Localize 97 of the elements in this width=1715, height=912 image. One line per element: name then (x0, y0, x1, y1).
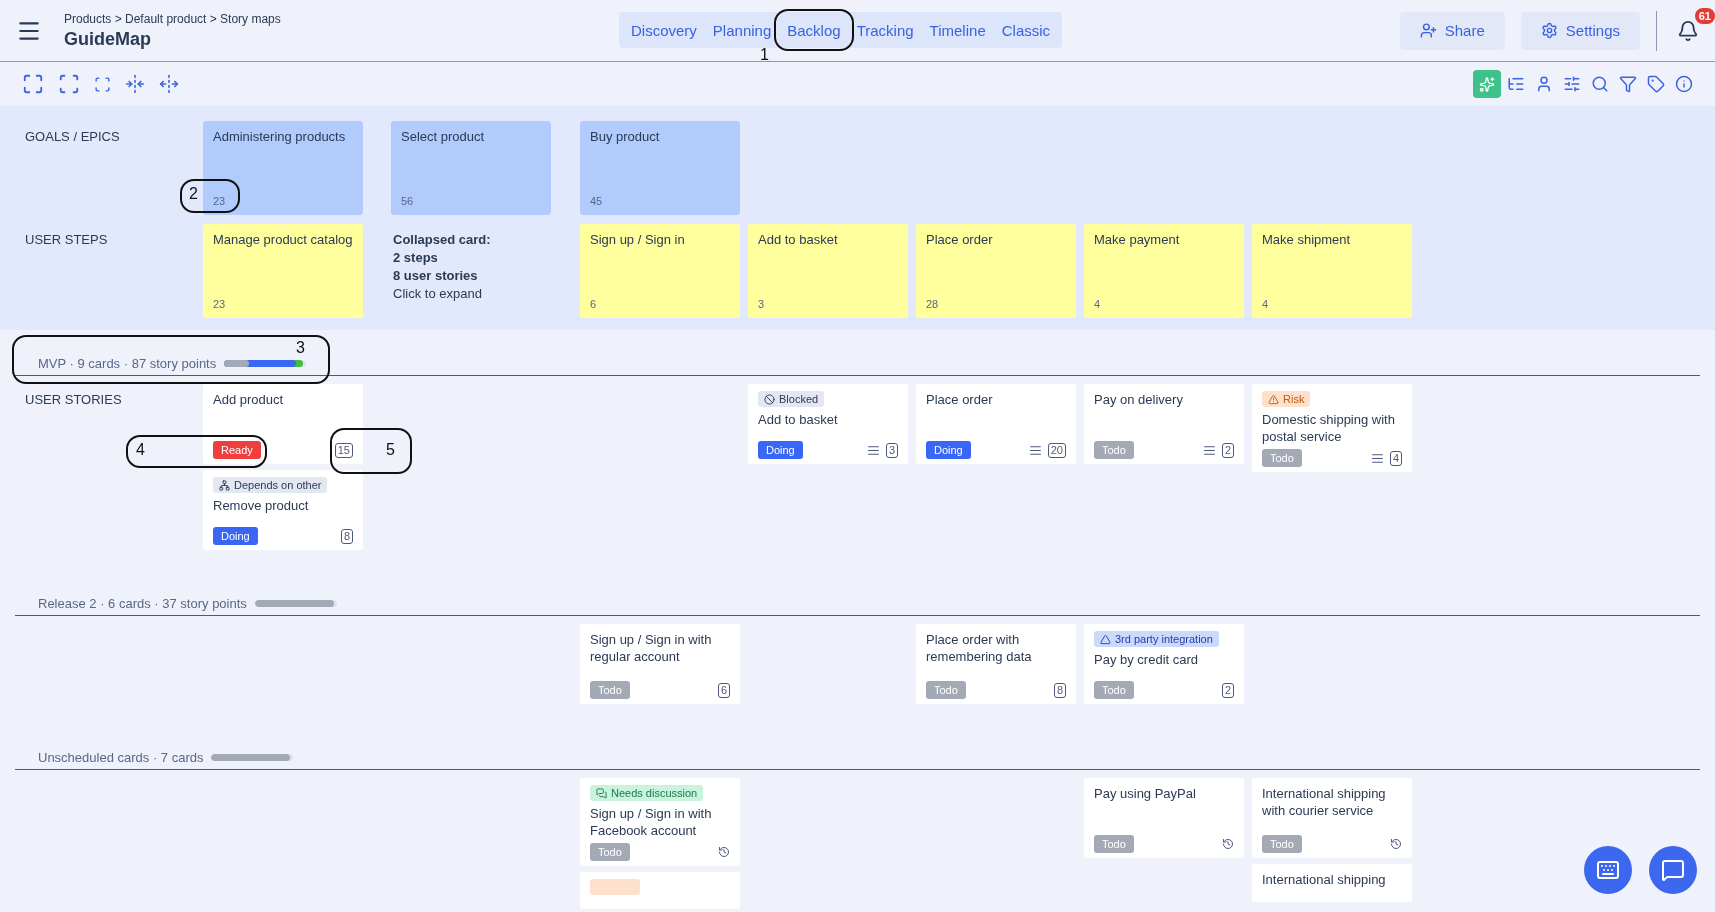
view-tab[interactable]: Backlog (779, 12, 849, 48)
story-points: 8 (340, 528, 353, 544)
release-title: MVP · 9 cards · 87 story points (38, 356, 217, 371)
card-count: 23 (213, 195, 227, 207)
card-title: Select product (401, 129, 486, 144)
status-badge: Todo (590, 843, 630, 861)
app-title: GuideMap (64, 28, 152, 50)
expand-link[interactable]: Click to expand (393, 286, 578, 301)
story-points: 20 (1047, 442, 1066, 458)
card-title: Add to basket (758, 411, 839, 428)
card-title: International shipping (1262, 871, 1387, 888)
notification-count: 61 (1694, 7, 1715, 24)
callout-number: 4 (136, 441, 145, 459)
story-points: 2 (1221, 442, 1234, 458)
callout-number: 3 (296, 339, 305, 357)
release-title: Release 2 · 6 cards · 37 story points (38, 596, 247, 611)
card-title: Sign up / Sign in (590, 232, 686, 247)
warning-icon (1268, 393, 1279, 405)
status-badge: Todo (590, 681, 630, 699)
story-points: 15 (334, 442, 353, 458)
status-badge: Ready (213, 441, 261, 459)
blocked-icon (764, 393, 775, 405)
view-tab[interactable]: Discovery (623, 12, 705, 48)
story-points: 4 (1389, 450, 1402, 466)
gear-icon (1540, 22, 1558, 39)
tag-label (590, 879, 640, 895)
story-points: 3 (885, 442, 898, 458)
callout-number: 5 (386, 441, 395, 459)
keyboard-icon (1596, 858, 1620, 882)
tag-label: Blocked (758, 391, 825, 407)
card-title: Add to basket (758, 232, 839, 247)
row-label: USER STEPS (24, 231, 109, 247)
view-tab[interactable]: Planning (704, 12, 780, 48)
status-badge: Todo (1262, 449, 1302, 467)
tag-label: 3rd party integration (1094, 631, 1219, 647)
add-user-icon (1419, 22, 1437, 39)
chat-icon (1661, 858, 1685, 882)
collapsed-text: Collapsed card: (393, 232, 492, 247)
status-badge: Todo (926, 681, 966, 699)
callout-number: 2 (189, 185, 198, 203)
callout-number: 1 (760, 46, 769, 64)
status-badge: Doing (926, 441, 971, 459)
network-icon (219, 479, 230, 491)
triangle-icon (1100, 633, 1111, 645)
status-badge: Todo (1262, 835, 1302, 853)
sparkle-icon (1479, 75, 1495, 93)
card-title: International shipping with courier service (1262, 785, 1387, 819)
status-badge: Todo (1094, 441, 1134, 459)
share-button[interactable]: Share (1399, 11, 1505, 50)
view-tab[interactable]: Timeline (921, 12, 994, 48)
card-title: Domestic shipping with postal service (1262, 411, 1396, 445)
card-title: Make shipment (1262, 232, 1352, 247)
tag-label: Risk (1262, 391, 1311, 407)
story-points: 6 (717, 682, 730, 698)
card-title: Buy product (590, 129, 661, 144)
card-title: Remove product (213, 497, 310, 514)
status-badge: Todo (1094, 835, 1134, 853)
collapsed-text: 8 user stories (393, 268, 479, 283)
card-title: Place order (926, 391, 994, 408)
callout-outline (180, 179, 240, 213)
card-count: 56 (401, 195, 415, 207)
row-label: GOALS / EPICS (24, 128, 121, 144)
tag-label: Needs discussion (590, 785, 704, 801)
card-count: 4 (1094, 298, 1102, 310)
settings-button[interactable]: Settings (1520, 11, 1640, 50)
card-title: Place order with remembering data (926, 631, 1033, 665)
card-title: Administering products (213, 129, 347, 144)
chat-icon (596, 787, 607, 799)
row-label: USER STORIES (24, 391, 123, 407)
card-count: 23 (213, 298, 227, 310)
card-count: 45 (590, 195, 604, 207)
card-title: Place order (926, 232, 994, 247)
status-badge: Todo (1094, 681, 1134, 699)
card-title: Manage product catalog (213, 232, 353, 247)
card-title: Make payment (1094, 232, 1181, 247)
card-title: Sign up / Sign in with Facebook account (590, 805, 713, 839)
release-title: Unscheduled cards · 7 cards (38, 750, 204, 765)
keyboard-button[interactable] (1584, 846, 1632, 894)
collapsed-text: 2 steps (393, 250, 439, 265)
story-points: 8 (1053, 682, 1066, 698)
card-count: 6 (590, 298, 598, 310)
breadcrumb: Products > Default product > Story maps (64, 11, 281, 26)
chat-button[interactable] (1649, 846, 1697, 894)
card-title: Pay on delivery (1094, 391, 1184, 408)
card-title: Pay using PayPal (1094, 785, 1197, 802)
status-badge: Doing (213, 527, 258, 545)
card-count: 28 (926, 298, 940, 310)
card-title: Sign up / Sign in with regular account (590, 631, 713, 665)
view-tab[interactable]: Classic (993, 12, 1059, 48)
card-count: 4 (1262, 298, 1270, 310)
tag-label: Depends on other (213, 477, 328, 493)
story-points: 2 (1221, 682, 1234, 698)
card-count: 3 (758, 298, 766, 310)
card-title: Pay by credit card (1094, 651, 1200, 668)
card-title: Add product (213, 391, 285, 408)
view-tab[interactable]: Tracking (848, 12, 922, 48)
status-badge: Doing (758, 441, 803, 459)
